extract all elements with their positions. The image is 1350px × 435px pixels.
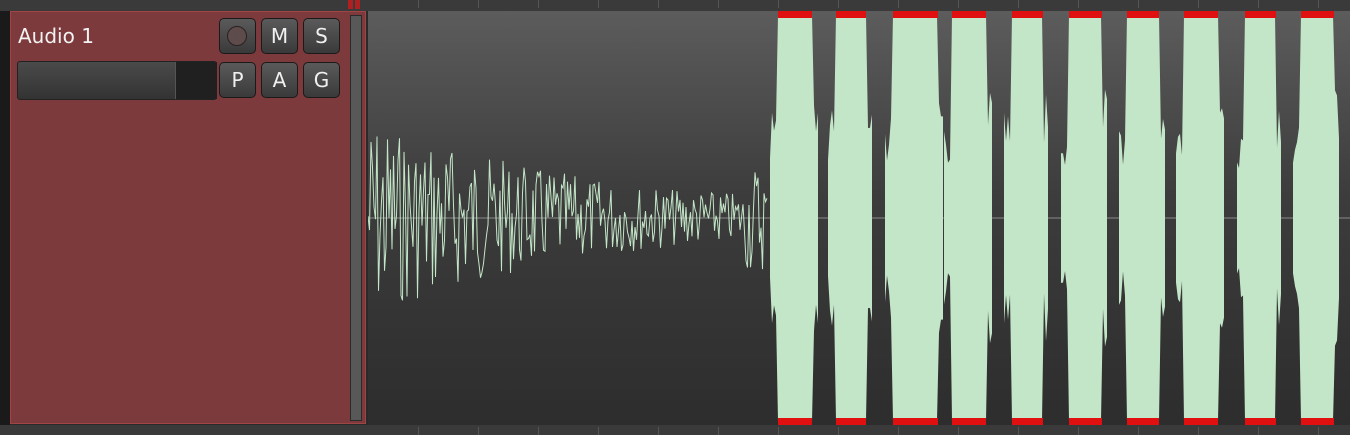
left-edge-strip [0, 0, 10, 435]
record-arm-button[interactable] [219, 18, 256, 54]
group-button[interactable]: G [303, 62, 340, 98]
waveform-loud-block [1176, 15, 1224, 421]
clip-indicator [1184, 11, 1218, 18]
clip-indicator [1184, 418, 1218, 425]
playlist-button[interactable]: P [219, 62, 256, 98]
clip-indicator [836, 11, 866, 18]
clip-indicator [1127, 11, 1159, 18]
track-height-scrollbar[interactable] [350, 15, 362, 421]
mute-button[interactable]: M [261, 18, 298, 54]
waveform-loud-block [1119, 15, 1165, 421]
waveform-loud-block [828, 15, 872, 421]
clip-indicator [1245, 418, 1276, 425]
gain-fader-handle[interactable] [175, 62, 217, 99]
track-header[interactable]: Audio 1 M S P A G [10, 11, 366, 424]
clip-indicator [1301, 418, 1334, 425]
waveform-loud-block [1061, 15, 1107, 421]
waveform-loud-block [770, 15, 818, 421]
waveform-loud-block [944, 15, 992, 421]
clip-indicator [778, 418, 812, 425]
audio-region-waveform[interactable] [368, 11, 1350, 425]
solo-button[interactable]: S [303, 18, 340, 54]
clip-indicator [952, 11, 986, 18]
record-circle-icon [227, 26, 247, 46]
waveform-loud-block [1004, 15, 1048, 421]
clip-indicator [1127, 418, 1159, 425]
gain-fader[interactable] [17, 61, 217, 100]
clip-indicator [952, 418, 986, 425]
automation-button[interactable]: A [261, 62, 298, 98]
clip-indicator [1012, 11, 1043, 18]
timeline-ruler-top[interactable] [0, 0, 1350, 11]
clip-indicator [893, 11, 938, 18]
track-name-label[interactable]: Audio 1 [18, 24, 94, 48]
clip-indicator [1069, 418, 1102, 425]
waveform-loud-block [1293, 15, 1339, 421]
timeline-ruler-bottom[interactable] [0, 425, 1350, 435]
clip-indicator [893, 418, 938, 425]
waveform-graphic [368, 11, 1350, 425]
clip-indicator [778, 11, 812, 18]
clip-indicator [1301, 11, 1334, 18]
clip-indicator [1245, 11, 1276, 18]
clip-indicator [836, 418, 866, 425]
clip-indicator [1012, 418, 1043, 425]
clip-indicator [1069, 11, 1102, 18]
waveform-loud-block [1237, 15, 1281, 421]
waveform-loud-block [885, 15, 943, 421]
track-color-marker [348, 0, 362, 9]
